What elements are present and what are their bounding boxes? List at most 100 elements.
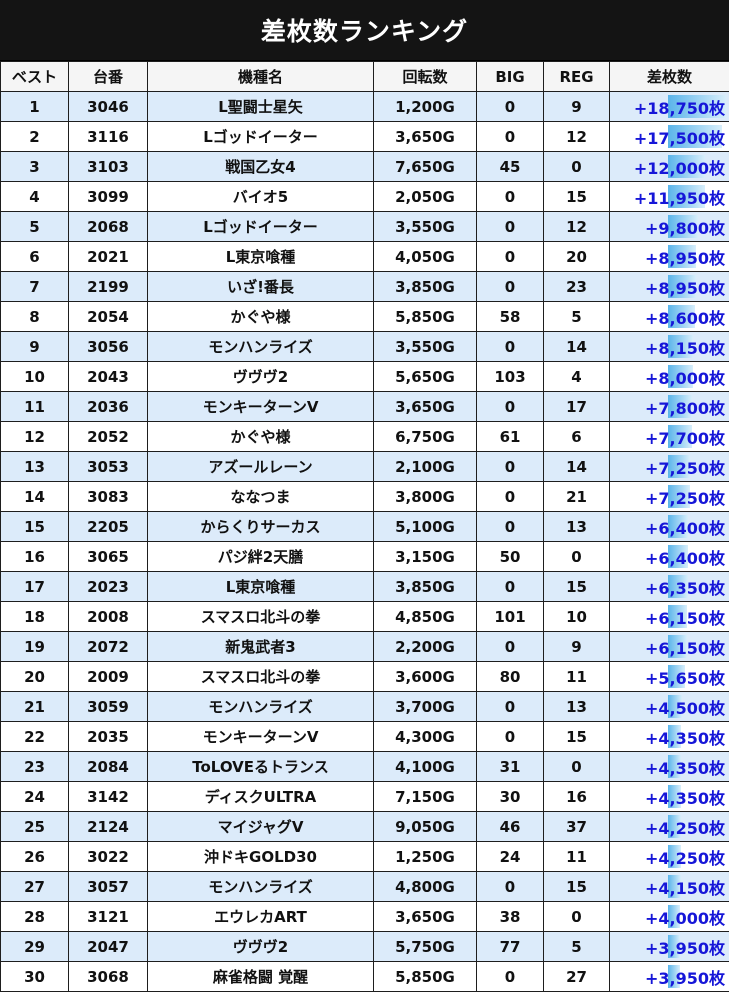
reg-count-cell: 23 [544, 272, 610, 302]
spins-cell: 3,550G [374, 212, 477, 242]
spins-cell: 5,750G [374, 932, 477, 962]
table-row: 213059モンハンライズ3,700G013+4,500枚 [1, 692, 729, 722]
diff-cell: +3,950枚 [610, 962, 729, 992]
table-row: 192072新鬼武者32,200G09+6,150枚 [1, 632, 729, 662]
unit-number-cell: 2023 [69, 572, 148, 602]
diff-cell: +11,950枚 [610, 182, 729, 212]
rank-cell: 30 [1, 962, 69, 992]
rank-cell: 9 [1, 332, 69, 362]
diff-value: +8,950枚 [610, 275, 729, 299]
table-row: 283121エウレカART3,650G380+4,000枚 [1, 902, 729, 932]
diff-value: +9,800枚 [610, 215, 729, 239]
big-count-cell: 0 [477, 392, 544, 422]
spins-cell: 3,600G [374, 662, 477, 692]
model-name-cell: ヴヴヴ2 [148, 362, 374, 392]
rank-cell: 19 [1, 632, 69, 662]
unit-number-cell: 3065 [69, 542, 148, 572]
unit-number-cell: 2072 [69, 632, 148, 662]
model-name-cell: ヴヴヴ2 [148, 932, 374, 962]
table-row: 93056モンハンライズ3,550G014+8,150枚 [1, 332, 729, 362]
table-row: 172023L東京喰種3,850G015+6,350枚 [1, 572, 729, 602]
header-row: ベスト 台番 機種名 回転数 BIG REG 差枚数 [1, 62, 729, 92]
table-row: 23116Lゴッドイーター3,650G012+17,500枚 [1, 122, 729, 152]
table-row: 273057モンハンライズ4,800G015+4,150枚 [1, 872, 729, 902]
rank-cell: 3 [1, 152, 69, 182]
reg-count-cell: 20 [544, 242, 610, 272]
table-row: 182008スマスロ北斗の拳4,850G10110+6,150枚 [1, 602, 729, 632]
model-name-cell: 新鬼武者3 [148, 632, 374, 662]
diff-value: +3,950枚 [610, 935, 729, 959]
rank-cell: 6 [1, 242, 69, 272]
table-row: 82054かぐや様5,850G585+8,600枚 [1, 302, 729, 332]
big-count-cell: 0 [477, 182, 544, 212]
diff-cell: +6,400枚 [610, 542, 729, 572]
model-name-cell: マイジャグV [148, 812, 374, 842]
diff-value: +7,250枚 [610, 455, 729, 479]
diff-value: +6,400枚 [610, 545, 729, 569]
diff-cell: +8,000枚 [610, 362, 729, 392]
diff-value: +8,150枚 [610, 335, 729, 359]
table-row: 263022沖ドキGOLD301,250G2411+4,250枚 [1, 842, 729, 872]
rank-cell: 29 [1, 932, 69, 962]
spins-cell: 4,050G [374, 242, 477, 272]
table-row: 292047ヴヴヴ25,750G775+3,950枚 [1, 932, 729, 962]
big-count-cell: 0 [477, 692, 544, 722]
diff-value: +4,250枚 [610, 845, 729, 869]
model-name-cell: モンキーターンV [148, 392, 374, 422]
model-name-cell: からくりサーカス [148, 512, 374, 542]
table-row: 52068Lゴッドイーター3,550G012+9,800枚 [1, 212, 729, 242]
spins-cell: 4,800G [374, 872, 477, 902]
rank-cell: 2 [1, 122, 69, 152]
table-row: 252124マイジャグV9,050G4637+4,250枚 [1, 812, 729, 842]
unit-number-cell: 2052 [69, 422, 148, 452]
header-big: BIG [477, 62, 544, 92]
big-count-cell: 61 [477, 422, 544, 452]
header-diff: 差枚数 [610, 62, 729, 92]
table-row: 72199いざ!番長3,850G023+8,950枚 [1, 272, 729, 302]
diff-value: +6,150枚 [610, 605, 729, 629]
big-count-cell: 30 [477, 782, 544, 812]
unit-number-cell: 3053 [69, 452, 148, 482]
diff-cell: +7,700枚 [610, 422, 729, 452]
reg-count-cell: 27 [544, 962, 610, 992]
table-row: 243142ディスクULTRA7,150G3016+4,350枚 [1, 782, 729, 812]
reg-count-cell: 5 [544, 932, 610, 962]
rank-cell: 8 [1, 302, 69, 332]
spins-cell: 3,650G [374, 902, 477, 932]
unit-number-cell: 3121 [69, 902, 148, 932]
big-count-cell: 0 [477, 212, 544, 242]
big-count-cell: 31 [477, 752, 544, 782]
unit-number-cell: 2036 [69, 392, 148, 422]
reg-count-cell: 15 [544, 722, 610, 752]
rank-cell: 21 [1, 692, 69, 722]
reg-count-cell: 14 [544, 452, 610, 482]
model-name-cell: ななつま [148, 482, 374, 512]
diff-cell: +8,600枚 [610, 302, 729, 332]
spins-cell: 6,750G [374, 422, 477, 452]
spins-cell: 3,650G [374, 392, 477, 422]
model-name-cell: Lゴッドイーター [148, 212, 374, 242]
big-count-cell: 38 [477, 902, 544, 932]
spins-cell: 5,100G [374, 512, 477, 542]
diff-value: +3,950枚 [610, 965, 729, 989]
table-row: 13046L聖闘士星矢1,200G09+18,750枚 [1, 92, 729, 122]
reg-count-cell: 21 [544, 482, 610, 512]
unit-number-cell: 3103 [69, 152, 148, 182]
spins-cell: 3,150G [374, 542, 477, 572]
spins-cell: 5,850G [374, 302, 477, 332]
diff-cell: +4,350枚 [610, 752, 729, 782]
diff-cell: +5,650枚 [610, 662, 729, 692]
rank-cell: 28 [1, 902, 69, 932]
diff-value: +6,400枚 [610, 515, 729, 539]
big-count-cell: 0 [477, 482, 544, 512]
header-spins: 回転数 [374, 62, 477, 92]
unit-number-cell: 2035 [69, 722, 148, 752]
diff-cell: +7,250枚 [610, 482, 729, 512]
table-row: 202009スマスロ北斗の拳3,600G8011+5,650枚 [1, 662, 729, 692]
unit-number-cell: 3099 [69, 182, 148, 212]
ranking-table: ベスト 台番 機種名 回転数 BIG REG 差枚数 13046L聖闘士星矢1,… [0, 61, 729, 992]
reg-count-cell: 15 [544, 182, 610, 212]
diff-cell: +6,150枚 [610, 632, 729, 662]
spins-cell: 4,300G [374, 722, 477, 752]
reg-count-cell: 12 [544, 122, 610, 152]
